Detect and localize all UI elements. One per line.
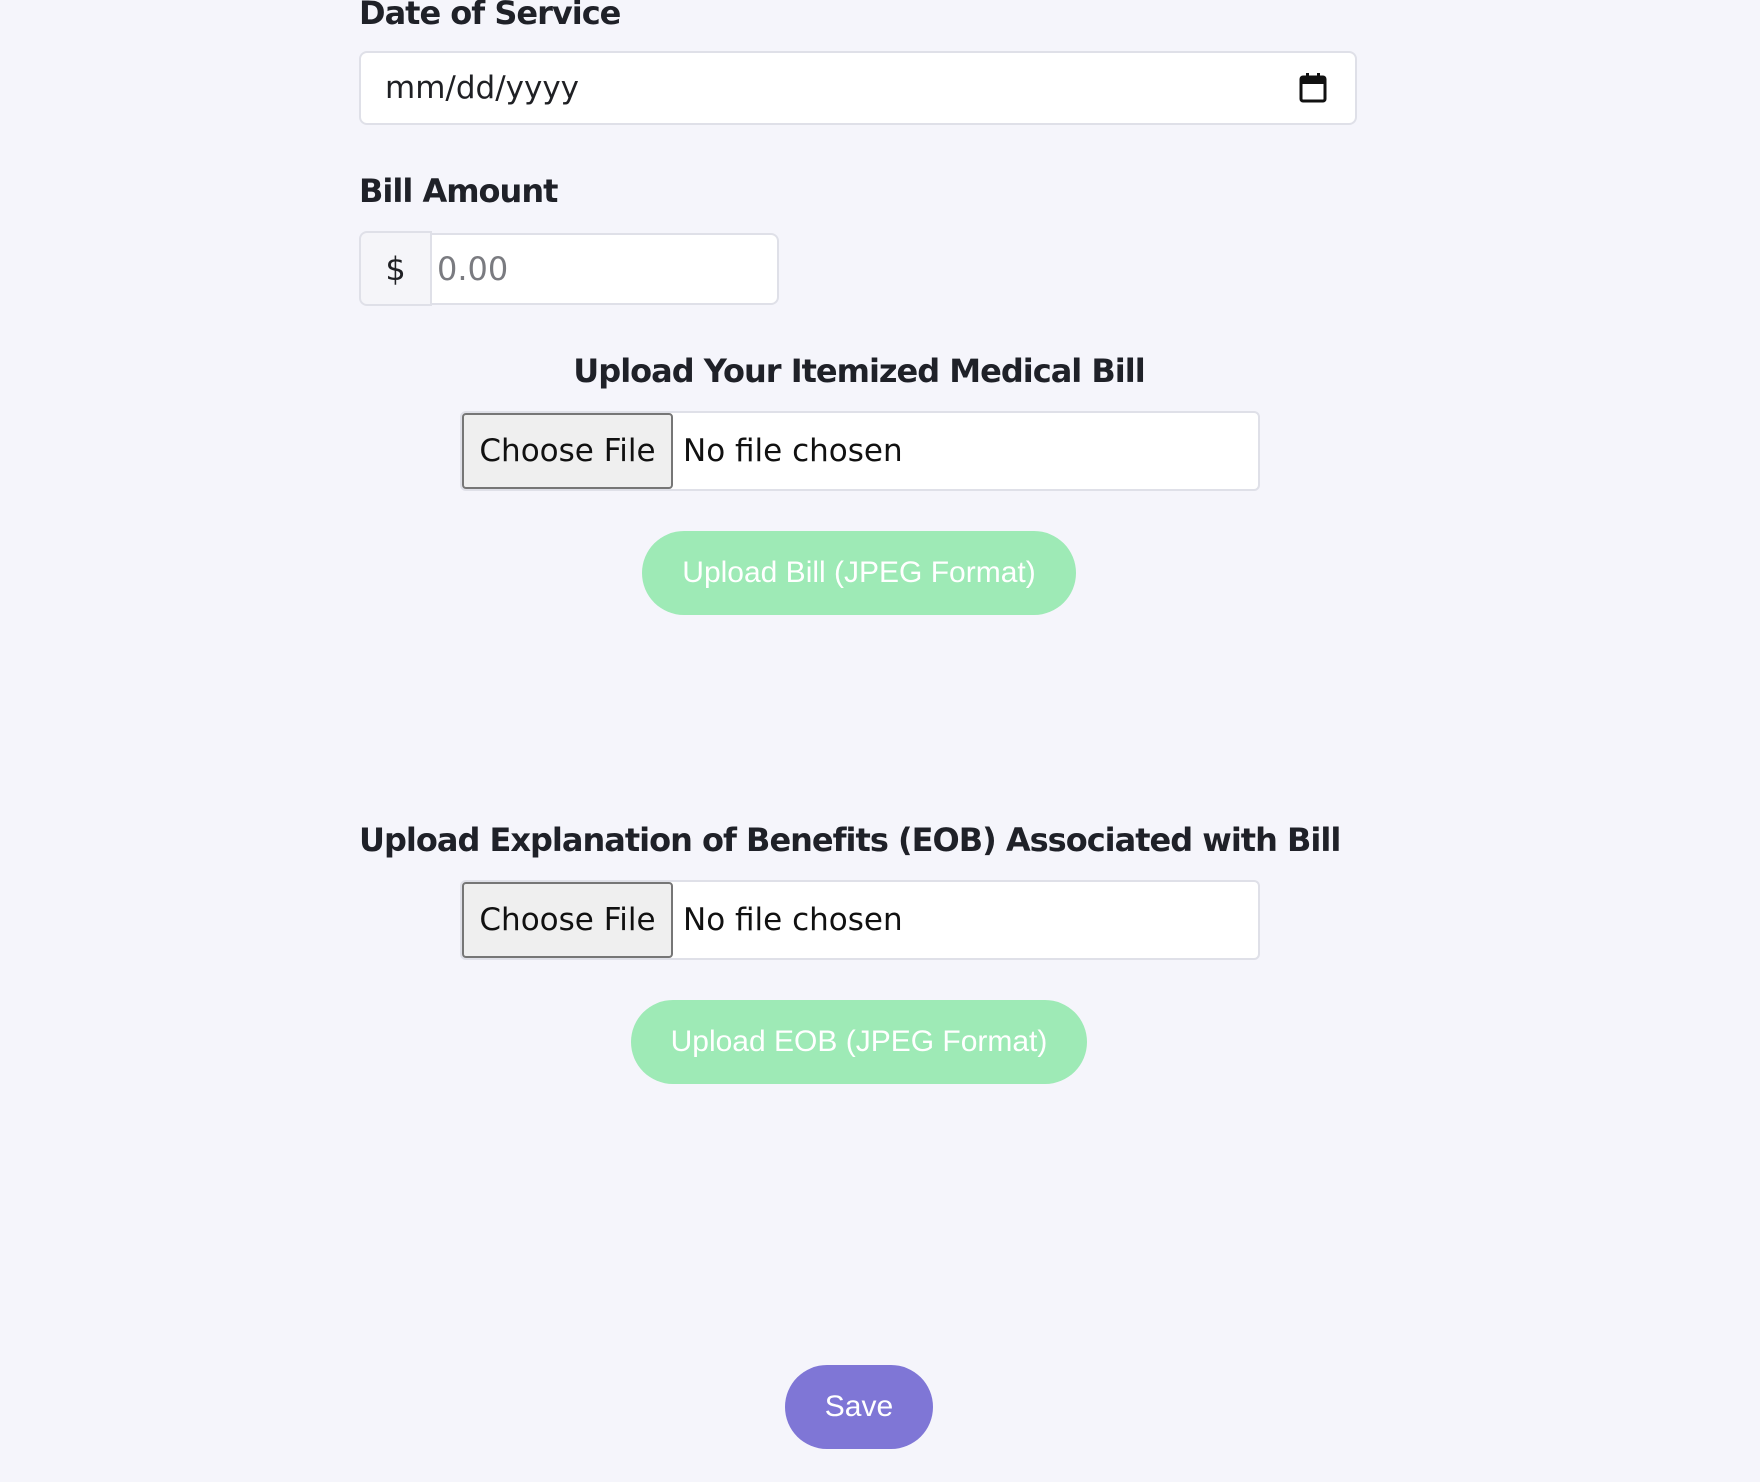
- eob-file-input[interactable]: Choose File No file chosen: [460, 880, 1260, 960]
- date-of-service-input[interactable]: mm/dd/yyyy: [359, 51, 1357, 125]
- bill-file-input[interactable]: Choose File No file chosen: [460, 411, 1260, 491]
- calendar-icon[interactable]: [1299, 73, 1327, 103]
- bill-amount-label: Bill Amount: [359, 172, 558, 210]
- save-button[interactable]: Save: [785, 1365, 933, 1449]
- bill-choose-file-button[interactable]: Choose File: [462, 413, 673, 489]
- upload-eob-button[interactable]: Upload EOB (JPEG Format): [631, 1000, 1087, 1084]
- bill-amount-input[interactable]: [430, 233, 779, 305]
- eob-upload-label: Upload Explanation of Benefits (EOB) Ass…: [359, 821, 1341, 859]
- eob-file-status: No file chosen: [683, 902, 903, 938]
- date-placeholder: mm/dd/yyyy: [385, 70, 580, 106]
- bill-file-status: No file chosen: [683, 433, 903, 469]
- eob-choose-file-button[interactable]: Choose File: [462, 882, 673, 958]
- currency-prefix: $: [359, 231, 432, 306]
- date-of-service-label: Date of Service: [359, 0, 621, 32]
- bill-upload-label: Upload Your Itemized Medical Bill: [573, 352, 1145, 390]
- upload-bill-button[interactable]: Upload Bill (JPEG Format): [642, 531, 1076, 615]
